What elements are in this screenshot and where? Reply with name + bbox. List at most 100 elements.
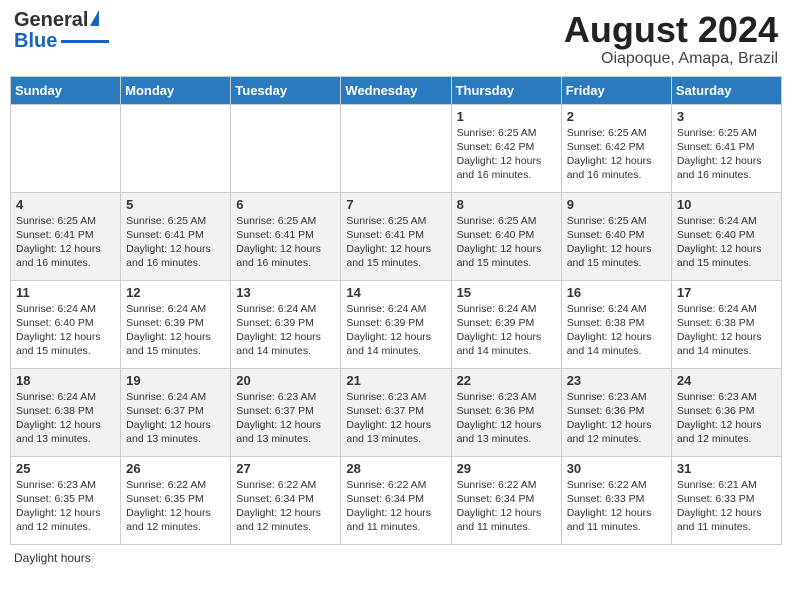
weekday-header-saturday: Saturday [671,76,781,104]
calendar-cell: 11 Sunrise: 6:24 AMSunset: 6:40 PMDayligh… [11,280,121,368]
calendar-cell: 16Sunrise: 6:24 AMSunset: 6:38 PMDayligh… [561,280,671,368]
day-number: 15 [457,285,556,300]
calendar-table: SundayMondayTuesdayWednesdayThursdayFrid… [10,76,782,545]
calendar-cell: 22 Sunrise: 6:23 AMSunset: 6:36 PMDayligh… [451,368,561,456]
calendar-cell: 10 Sunrise: 6:24 AMSunset: 6:40 PMDayligh… [671,192,781,280]
footer-text: Daylight hours [14,551,91,565]
day-number: 20 [236,373,335,388]
day-number: 10 [677,197,776,212]
day-info: Sunrise: 6:21 AMSunset: 6:33 PMDaylight:… [677,478,776,535]
day-number: 29 [457,461,556,476]
day-info: Sunrise: 6:24 AMSunset: 6:39 PMDaylight:… [126,302,225,359]
page-subtitle: Oiapoque, Amapa, Brazil [564,50,778,68]
calendar-cell: 15 Sunrise: 6:24 AMSunset: 6:39 PMDayligh… [451,280,561,368]
day-number: 3 [677,109,776,124]
calendar-cell: 14Sunrise: 6:24 AMSunset: 6:39 PMDayligh… [341,280,451,368]
day-number: 17 [677,285,776,300]
day-info: Sunrise: 6:24 AMSunset: 6:39 PMDaylight:… [346,302,445,359]
weekday-header-tuesday: Tuesday [231,76,341,104]
day-info: Sunrise: 6:25 AMSunset: 6:41 PMDaylight:… [126,214,225,271]
day-info: Sunrise: 6:25 AMSunset: 6:41 PMDaylight:… [677,126,776,183]
day-info: Sunrise: 6:23 AMSunset: 6:37 PMDaylight:… [236,390,335,447]
calendar-cell: 12Sunrise: 6:24 AMSunset: 6:39 PMDayligh… [121,280,231,368]
day-info: Sunrise: 6:22 AMSunset: 6:34 PMDaylight:… [346,478,445,535]
day-number: 22 [457,373,556,388]
day-info: Sunrise: 6:24 AMSunset: 6:39 PMDaylight:… [236,302,335,359]
day-number: 23 [567,373,666,388]
logo: General Blue [14,10,109,53]
day-info: Sunrise: 6:25 AMSunset: 6:40 PMDaylight:… [457,214,556,271]
calendar-cell: 7 Sunrise: 6:25 AMSunset: 6:41 PMDaylight… [341,192,451,280]
calendar-cell: 25 Sunrise: 6:23 AMSunset: 6:35 PMDayligh… [11,456,121,544]
logo-text: General [14,10,88,30]
day-info: Sunrise: 6:24 AMSunset: 6:40 PMDaylight:… [16,302,115,359]
day-info: Sunrise: 6:25 AMSunset: 6:41 PMDaylight:… [236,214,335,271]
day-number: 8 [457,197,556,212]
day-info: Sunrise: 6:23 AMSunset: 6:36 PMDaylight:… [567,390,666,447]
calendar-cell: 18Sunrise: 6:24 AMSunset: 6:38 PMDayligh… [11,368,121,456]
logo-blue-text: Blue [14,30,57,53]
day-info: Sunrise: 6:25 AMSunset: 6:42 PMDaylight:… [457,126,556,183]
calendar-cell [11,104,121,192]
calendar-cell: 28 Sunrise: 6:22 AMSunset: 6:34 PMDayligh… [341,456,451,544]
weekday-header-friday: Friday [561,76,671,104]
day-info: Sunrise: 6:25 AMSunset: 6:41 PMDaylight:… [16,214,115,271]
calendar-week-5: 25 Sunrise: 6:23 AMSunset: 6:35 PMDayligh… [11,456,782,544]
calendar-cell: 5 Sunrise: 6:25 AMSunset: 6:41 PMDaylight… [121,192,231,280]
day-number: 19 [126,373,225,388]
calendar-cell [121,104,231,192]
day-number: 18 [16,373,115,388]
calendar-week-1: 1 Sunrise: 6:25 AMSunset: 6:42 PMDaylight… [11,104,782,192]
day-number: 4 [16,197,115,212]
calendar-cell: 9 Sunrise: 6:25 AMSunset: 6:40 PMDaylight… [561,192,671,280]
day-info: Sunrise: 6:24 AMSunset: 6:39 PMDaylight:… [457,302,556,359]
day-info: Sunrise: 6:22 AMSunset: 6:33 PMDaylight:… [567,478,666,535]
day-info: Sunrise: 6:23 AMSunset: 6:37 PMDaylight:… [346,390,445,447]
calendar-cell [231,104,341,192]
day-number: 21 [346,373,445,388]
logo-underline [61,40,109,43]
footer-note: Daylight hours [10,551,782,565]
day-number: 11 [16,285,115,300]
day-number: 16 [567,285,666,300]
day-info: Sunrise: 6:24 AMSunset: 6:40 PMDaylight:… [677,214,776,271]
calendar-week-2: 4 Sunrise: 6:25 AMSunset: 6:41 PMDaylight… [11,192,782,280]
day-number: 28 [346,461,445,476]
day-number: 25 [16,461,115,476]
calendar-cell: 1 Sunrise: 6:25 AMSunset: 6:42 PMDaylight… [451,104,561,192]
calendar-cell: 8 Sunrise: 6:25 AMSunset: 6:40 PMDaylight… [451,192,561,280]
day-number: 7 [346,197,445,212]
calendar-week-4: 18Sunrise: 6:24 AMSunset: 6:38 PMDayligh… [11,368,782,456]
calendar-cell: 6 Sunrise: 6:25 AMSunset: 6:41 PMDaylight… [231,192,341,280]
calendar-week-3: 11 Sunrise: 6:24 AMSunset: 6:40 PMDayligh… [11,280,782,368]
weekday-header-monday: Monday [121,76,231,104]
day-info: Sunrise: 6:24 AMSunset: 6:38 PMDaylight:… [677,302,776,359]
calendar-cell: 26Sunrise: 6:22 AMSunset: 6:35 PMDayligh… [121,456,231,544]
day-info: Sunrise: 6:24 AMSunset: 6:37 PMDaylight:… [126,390,225,447]
day-number: 9 [567,197,666,212]
weekday-header-row: SundayMondayTuesdayWednesdayThursdayFrid… [11,76,782,104]
day-info: Sunrise: 6:23 AMSunset: 6:35 PMDaylight:… [16,478,115,535]
calendar-cell: 2Sunrise: 6:25 AMSunset: 6:42 PMDaylight… [561,104,671,192]
calendar-header: SundayMondayTuesdayWednesdayThursdayFrid… [11,76,782,104]
day-info: Sunrise: 6:23 AMSunset: 6:36 PMDaylight:… [457,390,556,447]
day-info: Sunrise: 6:25 AMSunset: 6:40 PMDaylight:… [567,214,666,271]
calendar-cell: 13 Sunrise: 6:24 AMSunset: 6:39 PMDayligh… [231,280,341,368]
calendar-cell: 20 Sunrise: 6:23 AMSunset: 6:37 PMDayligh… [231,368,341,456]
day-info: Sunrise: 6:25 AMSunset: 6:41 PMDaylight:… [346,214,445,271]
day-info: Sunrise: 6:22 AMSunset: 6:34 PMDaylight:… [236,478,335,535]
day-number: 1 [457,109,556,124]
calendar-cell [341,104,451,192]
day-number: 6 [236,197,335,212]
calendar-body: 1 Sunrise: 6:25 AMSunset: 6:42 PMDaylight… [11,104,782,544]
day-number: 27 [236,461,335,476]
day-number: 5 [126,197,225,212]
day-number: 13 [236,285,335,300]
calendar-cell: 23 Sunrise: 6:23 AMSunset: 6:36 PMDayligh… [561,368,671,456]
day-number: 31 [677,461,776,476]
day-number: 2 [567,109,666,124]
day-number: 30 [567,461,666,476]
day-info: Sunrise: 6:22 AMSunset: 6:35 PMDaylight:… [126,478,225,535]
page-header: General Blue August 2024 Oiapoque, Amapa… [10,10,782,68]
calendar-cell: 30 Sunrise: 6:22 AMSunset: 6:33 PMDayligh… [561,456,671,544]
